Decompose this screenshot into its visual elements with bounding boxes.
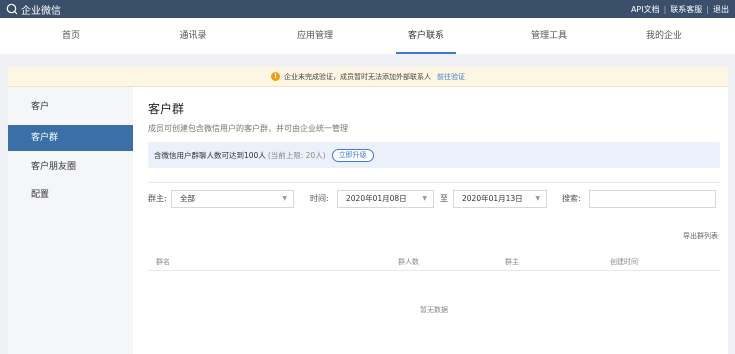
export-group-list-link[interactable]: 导出群列表 <box>683 231 718 241</box>
column-owner: 群主 <box>505 258 519 266</box>
page-description: 成员可创建包含微信用户的客户群，并可由企业统一管理 <box>148 124 348 133</box>
nav-home[interactable]: 首页 <box>10 18 132 54</box>
top-bar: 企业微信 API文档 | 联系客服 | 退出 <box>0 0 735 18</box>
empty-state: 暂无数据 <box>420 306 448 314</box>
contact-support-link[interactable]: 联系客服 <box>670 4 702 15</box>
verification-alert: ! 企业未完成验证，成员暂时无法添加外部联系人 前往验证 <box>8 67 728 87</box>
column-group-name: 群名 <box>156 258 170 266</box>
owner-select[interactable]: 全部 ▼ <box>171 190 294 208</box>
table-header: 群名 群人数 群主 创建时间 <box>148 253 720 271</box>
nav-management-tools[interactable]: 管理工具 <box>488 18 610 54</box>
info-text: 含微信用户群聊人数可达到100人 <box>154 150 266 160</box>
separator: | <box>706 5 709 14</box>
search-input[interactable] <box>589 190 716 208</box>
chevron-down-icon: ▼ <box>282 195 287 202</box>
separator: | <box>663 5 667 14</box>
warning-icon: ! <box>271 72 280 81</box>
to-label: 至 <box>440 194 448 203</box>
sidebar-item-settings[interactable]: 配置 <box>8 182 133 208</box>
upgrade-button[interactable]: 立即升级 <box>331 148 374 162</box>
page-title: 客户群 <box>148 102 185 116</box>
nav-customer-contact[interactable]: 客户联系 <box>365 18 487 54</box>
divider <box>148 182 720 183</box>
chevron-down-icon: ▼ <box>535 195 540 202</box>
top-links: API文档 | 联系客服 | 退出 <box>631 4 729 15</box>
content-panel: 客户 客户群 客户朋友圈 配置 客户群 成员可创建包含微信用户的客户群，并可由企… <box>8 87 728 354</box>
nav-apps[interactable]: 应用管理 <box>254 18 376 54</box>
api-docs-link[interactable]: API文档 <box>631 4 660 15</box>
sidebar: 客户 客户群 客户朋友圈 配置 <box>8 87 133 354</box>
start-date-select[interactable]: 2020年01月08日 ▼ <box>337 190 434 208</box>
logo[interactable]: 企业微信 <box>6 3 61 17</box>
upgrade-info-box: 含微信用户群聊人数可达到100人 (当前上限: 20人) 立即升级 <box>148 142 720 168</box>
logo-text: 企业微信 <box>21 5 61 17</box>
main-area: 客户群 成员可创建包含微信用户的客户群，并可由企业统一管理 含微信用户群聊人数可… <box>133 87 728 354</box>
sidebar-item-customers[interactable]: 客户 <box>8 94 133 120</box>
wecom-logo-icon <box>6 3 18 15</box>
alert-text: 企业未完成验证，成员暂时无法添加外部联系人 <box>284 72 431 81</box>
end-date-select[interactable]: 2020年01月13日 ▼ <box>453 190 547 208</box>
sidebar-item-moments[interactable]: 客户朋友圈 <box>8 154 133 180</box>
info-limit: (当前上限: 20人) <box>267 150 326 160</box>
owner-label: 群主: <box>148 194 167 203</box>
nav-my-enterprise[interactable]: 我的企业 <box>603 18 725 54</box>
nav-contacts[interactable]: 通讯录 <box>132 18 254 54</box>
sidebar-item-customer-groups[interactable]: 客户群 <box>8 125 133 151</box>
filter-bar: 群主: 全部 ▼ 时间: 2020年01月08日 ▼ 至 2020年01月13日… <box>148 190 723 210</box>
chevron-down-icon: ▼ <box>422 195 427 202</box>
main-nav: 首页 通讯录 应用管理 客户联系 管理工具 我的企业 <box>0 18 735 54</box>
time-label: 时间: <box>310 194 329 203</box>
column-created-time: 创建时间 <box>610 258 638 266</box>
owner-select-value: 全部 <box>180 194 195 203</box>
search-label: 搜索: <box>562 194 581 203</box>
end-date-value: 2020年01月13日 <box>462 194 523 203</box>
start-date-value: 2020年01月08日 <box>346 194 407 203</box>
verify-link[interactable]: 前往验证 <box>437 72 465 82</box>
logout-link[interactable]: 退出 <box>713 4 729 15</box>
column-member-count: 群人数 <box>398 258 419 266</box>
